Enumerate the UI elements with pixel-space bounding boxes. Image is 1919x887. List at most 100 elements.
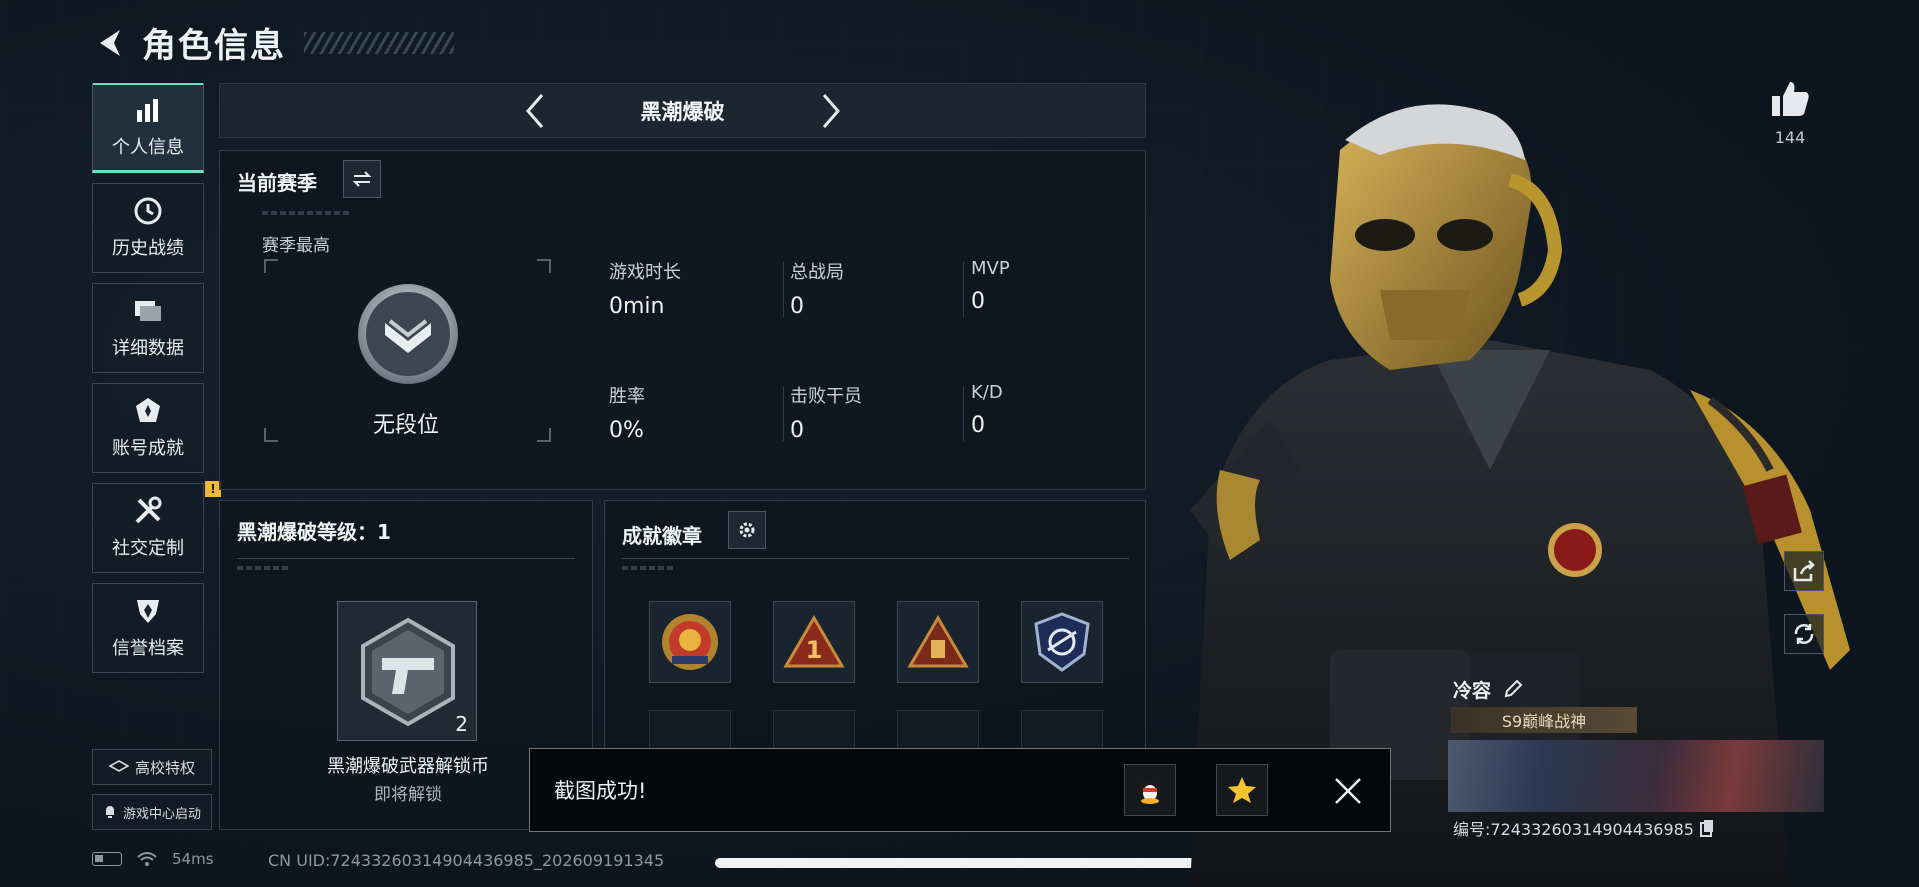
rank-name: 无段位 [373, 413, 440, 438]
nav-item-personal-info[interactable]: 个人信息 [92, 83, 204, 173]
player-card[interactable]: 冷容 S9巅峰战神 编号:7243326031490443698​5 [1447, 670, 1827, 850]
switch-arrows-icon [352, 171, 372, 187]
rank-emblem-icon [358, 284, 458, 384]
like-count: 144 [1774, 128, 1806, 147]
number-one-badge-icon: 1 [783, 615, 845, 668]
status-bar: 54ms [92, 850, 214, 868]
badge-first[interactable]: 1 [773, 601, 855, 683]
frame-corner [264, 259, 278, 273]
divider [622, 558, 1129, 559]
share-button[interactable] [1784, 551, 1824, 591]
item-status: 即将解锁 [374, 785, 442, 805]
toast-message: 截图成功! [554, 779, 647, 803]
mode-name: 黑潮爆破 [640, 99, 725, 124]
wifi-icon [137, 852, 157, 866]
badge-settings-button[interactable] [728, 511, 766, 549]
nav-item-reputation[interactable]: 信誉档案 [92, 583, 204, 673]
like-button[interactable]: 144 [1768, 80, 1812, 147]
item-name: 黑潮爆破武器解锁币 [327, 756, 489, 777]
nav-label: 历史战绩 [112, 238, 184, 259]
badge-bomb[interactable] [897, 601, 979, 683]
nav-item-detailed-data[interactable]: 详细数据 [92, 283, 204, 373]
prev-mode-button[interactable] [519, 91, 551, 131]
stat-mvp: MVP 0 [971, 258, 1010, 314]
folder-icon [133, 296, 163, 326]
close-toast-button[interactable] [1326, 769, 1370, 813]
divider [237, 566, 289, 570]
screenshot-toast: 截图成功! [529, 748, 1391, 832]
nav-label: 账号成就 [112, 438, 184, 459]
divider [783, 262, 784, 317]
title-tag: S9巅峰战神 [1451, 707, 1637, 733]
stat-win-rate: 胜率 0% [609, 382, 645, 443]
stat-value: 0min [609, 294, 665, 319]
stat-label: 总战局 [790, 262, 844, 283]
stat-kd: K/D 0 [971, 382, 1003, 438]
shield-badge-icon [1034, 612, 1090, 672]
player-id-text: 编号:7243326031490443698​5 [1453, 820, 1694, 839]
share-qzone-button[interactable] [1216, 764, 1268, 816]
season-switch-button[interactable] [343, 160, 381, 198]
nav-item-achievements[interactable]: 账号成就 [92, 383, 204, 473]
achievement-icon [133, 396, 163, 426]
edit-pencil-icon[interactable] [1503, 679, 1523, 699]
frame-corner [264, 428, 278, 442]
divider [237, 558, 575, 559]
frame-corner [537, 428, 551, 442]
campus-privilege-button[interactable]: 高校特权 [92, 749, 212, 785]
stat-kills: 击败干员 0 [790, 382, 862, 443]
season-title: 当前赛季 [237, 171, 317, 195]
ping-text: 54ms [172, 850, 214, 868]
player-id: 编号:7243326031490443698​5 [1453, 816, 1714, 840]
nav-item-social-custom[interactable]: ! 社交定制 [92, 481, 221, 573]
nav-label: 个人信息 [112, 137, 184, 158]
game-center-button[interactable]: 游戏中心启动 [92, 794, 212, 830]
share-icon [1793, 560, 1815, 582]
bomb-badge-icon [907, 615, 969, 668]
weapon-unlock-item[interactable]: 2 [337, 601, 477, 741]
next-mode-button[interactable] [815, 91, 847, 131]
card-banner-image [1448, 740, 1824, 812]
game-center-icon [105, 806, 114, 818]
stat-play-time: 游戏时长 0min [609, 258, 681, 319]
graduation-icon [108, 760, 129, 772]
title-decoration [304, 31, 454, 54]
back-arrow-icon [100, 29, 120, 56]
game-center-label: 游戏中心启动 [122, 806, 201, 822]
gear-icon [739, 522, 755, 538]
refresh-icon [1794, 624, 1814, 644]
chevron-right-icon [822, 93, 840, 128]
nav-item-history[interactable]: 历史战绩 [92, 183, 204, 273]
battery-icon [92, 852, 122, 866]
badge-tiger[interactable] [649, 601, 731, 683]
share-qq-button[interactable] [1124, 764, 1176, 816]
copy-icon[interactable] [1700, 819, 1714, 837]
qzone-star-icon [1228, 777, 1256, 803]
badge-slot-empty[interactable] [1021, 710, 1103, 750]
campus-privilege-label: 高校特权 [134, 758, 195, 777]
svg-text:1: 1 [806, 636, 823, 664]
badge-slot-empty[interactable] [897, 710, 979, 750]
level-title: 黑潮爆破等级：1 [237, 520, 391, 544]
divider [963, 386, 964, 441]
qq-penguin-icon [1140, 778, 1160, 804]
divider [783, 386, 784, 441]
nav-label: 详细数据 [112, 338, 184, 359]
stat-value: 0% [609, 418, 644, 443]
shield-icon [133, 596, 163, 626]
divider [262, 211, 350, 215]
stat-value: 0 [971, 413, 985, 438]
badge-slot-empty[interactable] [649, 710, 731, 750]
close-icon [1335, 778, 1361, 804]
uid-text: CN UID:7243326031490443698​5_20260919134… [268, 851, 665, 870]
rotate-button[interactable] [1784, 614, 1824, 654]
frame-corner [537, 259, 551, 273]
tools-icon [133, 496, 163, 526]
nav-label: 社交定制 [112, 538, 184, 559]
badge-sniper[interactable] [1021, 601, 1103, 683]
tiger-badge-icon [662, 614, 718, 670]
badge-slot-empty[interactable] [773, 710, 855, 750]
chevron-left-icon [525, 93, 543, 128]
back-button[interactable] [92, 23, 128, 63]
thumbs-up-icon [1772, 82, 1809, 116]
